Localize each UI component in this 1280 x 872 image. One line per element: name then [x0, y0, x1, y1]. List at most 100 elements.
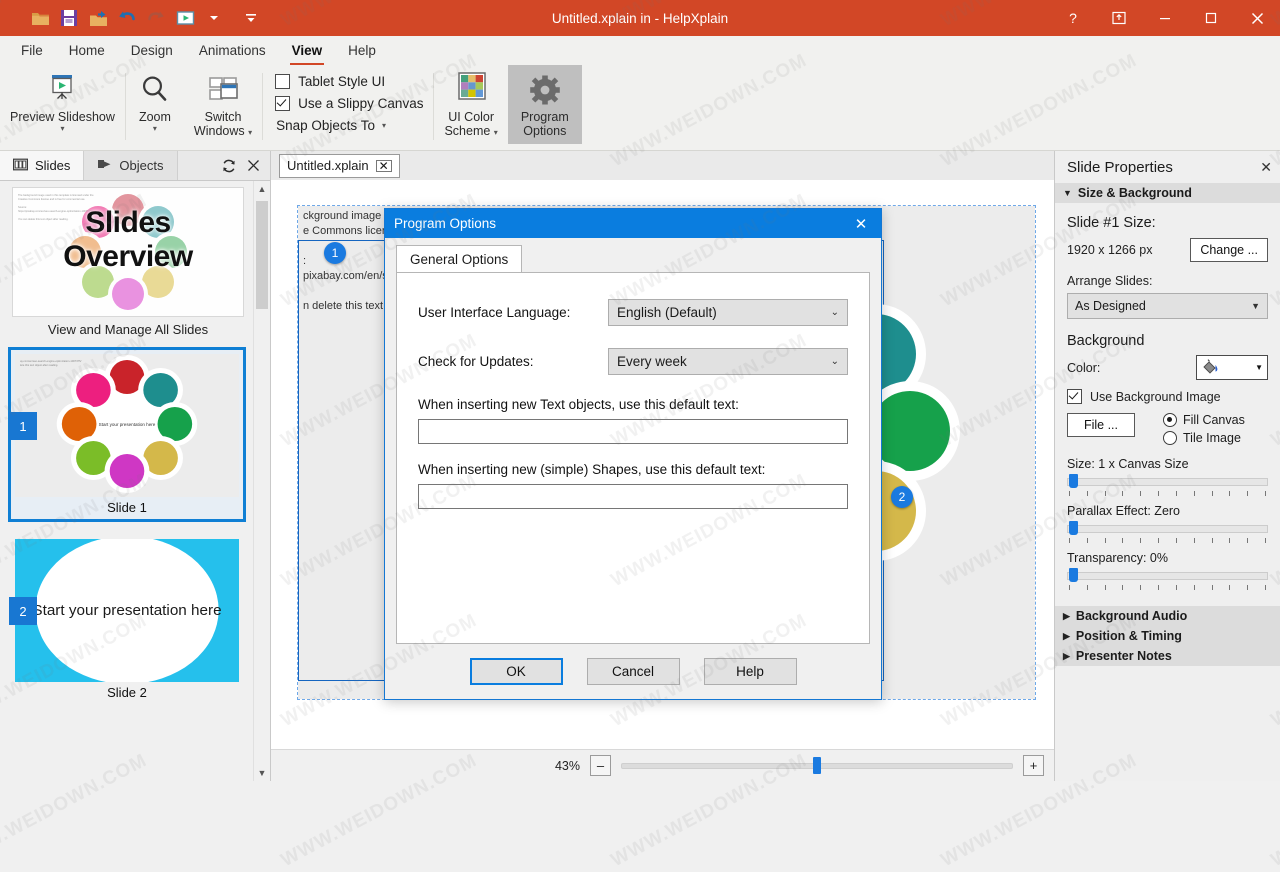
transparency-slider[interactable]	[1067, 568, 1268, 584]
scroll-up-icon[interactable]: ▲	[254, 181, 270, 197]
check-updates-select[interactable]: Every week ⌄	[608, 348, 848, 375]
section-background-audio[interactable]: ▶ Background Audio	[1055, 606, 1280, 626]
zoom-in-button[interactable]: +	[1023, 755, 1044, 776]
zoom-button[interactable]: Zoom ▾	[126, 65, 184, 144]
default-shape-text-input[interactable]	[418, 484, 848, 509]
zoom-slider[interactable]	[621, 756, 1013, 774]
ui-color-scheme-button[interactable]: UI Color Scheme ▾	[434, 65, 507, 144]
chevron-down-icon: ▼	[1251, 301, 1260, 311]
svg-text:Start your presentation here: Start your presentation here	[99, 422, 156, 427]
slides-panel-actions	[212, 151, 270, 180]
program-options-button[interactable]: Program Options	[507, 65, 582, 144]
size-background-body: Slide #1 Size: 1920 x 1266 px Change ...…	[1055, 203, 1280, 598]
document-tab-untitled[interactable]: Untitled.xplain ✕	[279, 153, 400, 178]
slideshow-icon[interactable]	[173, 6, 197, 30]
document-tab-close-icon[interactable]: ✕	[375, 159, 392, 172]
scrollbar-thumb[interactable]	[256, 201, 268, 309]
slider-handle[interactable]	[1069, 521, 1078, 535]
default-text-input[interactable]	[418, 419, 848, 444]
open-folder-icon[interactable]	[28, 6, 52, 30]
ribbon-tab-design[interactable]: Design	[118, 36, 186, 65]
zoom-out-button[interactable]: –	[590, 755, 611, 776]
object-marker-1[interactable]: 1	[324, 242, 346, 264]
ribbon-tab-animations[interactable]: Animations	[186, 36, 279, 65]
tablet-style-ui-checkbox[interactable]: Tablet Style UI	[275, 74, 423, 89]
section-size-background[interactable]: ▼ Size & Background	[1055, 183, 1280, 203]
chevron-down-icon[interactable]: ▾	[494, 128, 498, 137]
size-slider[interactable]	[1067, 474, 1268, 490]
scroll-down-icon[interactable]: ▼	[254, 765, 270, 781]
use-background-image-checkbox[interactable]: Use Background Image	[1067, 389, 1268, 404]
chevron-down-icon[interactable]: ▾	[382, 122, 386, 130]
close-button[interactable]	[1234, 0, 1280, 36]
parallax-slider[interactable]	[1067, 521, 1268, 537]
dialog-title-bar: Program Options ✕	[385, 209, 881, 238]
zoom-label: Zoom	[138, 110, 171, 124]
zoom-slider-handle[interactable]	[813, 756, 822, 774]
maximize-button[interactable]	[1188, 0, 1234, 36]
help-button[interactable]: Help	[703, 658, 797, 685]
chevron-down-icon[interactable]: ▾	[60, 125, 64, 133]
switch-windows-button[interactable]: Switch Windows ▾	[184, 65, 262, 144]
tab-objects[interactable]: Objects	[84, 151, 178, 180]
check-updates-label: Check for Updates:	[418, 354, 534, 369]
section-presenter-notes[interactable]: ▶ Presenter Notes	[1055, 646, 1280, 666]
slider-handle[interactable]	[1069, 474, 1078, 488]
use-slippy-canvas-checkbox[interactable]: Use a Slippy Canvas	[275, 96, 423, 111]
ok-button[interactable]: OK	[469, 658, 563, 685]
cancel-button[interactable]: Cancel	[586, 658, 680, 685]
chevron-right-icon: ▶	[1063, 610, 1070, 621]
switch-windows-label: Switch Windows ▾	[193, 110, 253, 138]
chevron-down-icon[interactable]: ▾	[248, 128, 252, 137]
background-file-button[interactable]: File ...	[1067, 413, 1135, 437]
radio-dot	[1163, 413, 1177, 427]
use-slippy-canvas-label: Use a Slippy Canvas	[298, 96, 424, 111]
background-color-picker[interactable]: ▼	[1196, 355, 1268, 380]
dialog-tab-pane: User Interface Language: English (Defaul…	[396, 272, 870, 644]
restore-ribbon-icon[interactable]	[1096, 0, 1142, 36]
dialog-tab-general-options[interactable]: General Options	[396, 245, 523, 273]
object-marker-2[interactable]: 2	[891, 486, 913, 508]
close-icon[interactable]	[244, 157, 262, 175]
slide-2-number: 2	[9, 597, 37, 625]
slides-overview-thumbnail: The background image used in this templa…	[12, 187, 244, 317]
slider-handle[interactable]	[1069, 568, 1078, 582]
change-size-button[interactable]: Change ...	[1190, 238, 1268, 262]
quick-access-toolbar	[0, 6, 263, 30]
section-size-background-label: Size & Background	[1077, 186, 1192, 200]
arrange-slides-select[interactable]: As Designed ▼	[1067, 293, 1268, 319]
ribbon-tab-file[interactable]: File	[8, 36, 56, 65]
dialog-close-icon[interactable]: ✕	[841, 209, 881, 238]
minimize-button[interactable]	[1142, 0, 1188, 36]
chevron-down-icon[interactable]	[202, 6, 226, 30]
preview-slideshow-button[interactable]: Preview Slideshow ▾	[0, 65, 125, 144]
open-recent-icon[interactable]	[86, 6, 110, 30]
slide-thumbnail-2[interactable]: Start your presentation here 2 Slide 2	[8, 532, 246, 707]
ui-language-select[interactable]: English (Default) ⌄	[608, 299, 848, 326]
help-button[interactable]: ?	[1050, 0, 1096, 36]
close-icon[interactable]: ✕	[1260, 159, 1272, 176]
customize-qat-icon[interactable]	[239, 6, 263, 30]
save-icon[interactable]	[57, 6, 81, 30]
ribbon-tab-home[interactable]: Home	[56, 36, 118, 65]
ribbon-tab-help[interactable]: Help	[335, 36, 389, 65]
tile-image-radio[interactable]: Tile Image	[1163, 431, 1245, 445]
slides-overview-item[interactable]: The background image used in this templa…	[12, 187, 244, 339]
snap-objects-to-button[interactable]: Snap Objects To ▾	[275, 118, 423, 133]
slide-1-image: Start your presentation here ay.com/en/s…	[15, 354, 239, 497]
slides-list: The background image used in this templa…	[0, 181, 254, 781]
magnifier-icon	[138, 71, 172, 109]
fill-canvas-radio[interactable]: Fill Canvas	[1163, 413, 1245, 427]
ribbon-tab-view[interactable]: View	[279, 36, 336, 65]
section-position-timing[interactable]: ▶ Position & Timing	[1055, 626, 1280, 646]
slides-scrollbar[interactable]: ▲ ▼	[253, 181, 270, 781]
chevron-right-icon: ▶	[1063, 650, 1070, 661]
section-position-timing-label: Position & Timing	[1075, 629, 1182, 643]
slide-thumbnail-1[interactable]: Start your presentation here ay.com/en/s…	[8, 347, 246, 522]
tab-slides[interactable]: Slides	[0, 151, 85, 180]
chevron-down-icon[interactable]: ▾	[153, 125, 157, 133]
refresh-icon[interactable]	[220, 157, 238, 175]
chevron-down-icon[interactable]: ▼	[1255, 363, 1263, 372]
section-presenter-notes-label: Presenter Notes	[1075, 649, 1172, 663]
undo-icon[interactable]	[115, 6, 139, 30]
